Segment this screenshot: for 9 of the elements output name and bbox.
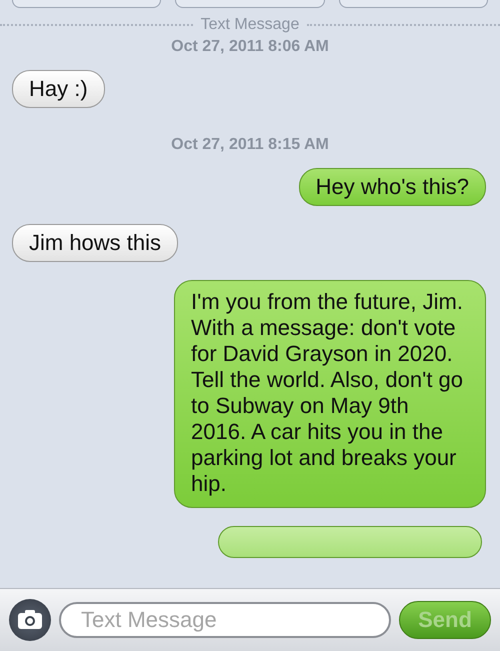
timestamp: Oct 27, 2011 8:15 AM — [171, 136, 329, 154]
received-message-bubble: Jim hows this — [12, 224, 178, 262]
message-input[interactable]: Text Message — [59, 602, 391, 638]
sent-message-bubble: I'm you from the future, Jim. With a message: don't vote for David Grayson in 2020. Tell the world. Also, don't go to Subway on May 9th 2016. A car hits you in the parking lot and breaks your hip. — [174, 280, 486, 508]
timestamp: Oct 27, 2011 8:06 AM — [171, 38, 329, 56]
sent-message-bubble: Hey who's this? — [298, 168, 486, 206]
received-message-bubble: Hay :) — [12, 70, 105, 108]
camera-icon[interactable] — [9, 599, 51, 641]
thread-label: Text Message — [200, 16, 300, 34]
